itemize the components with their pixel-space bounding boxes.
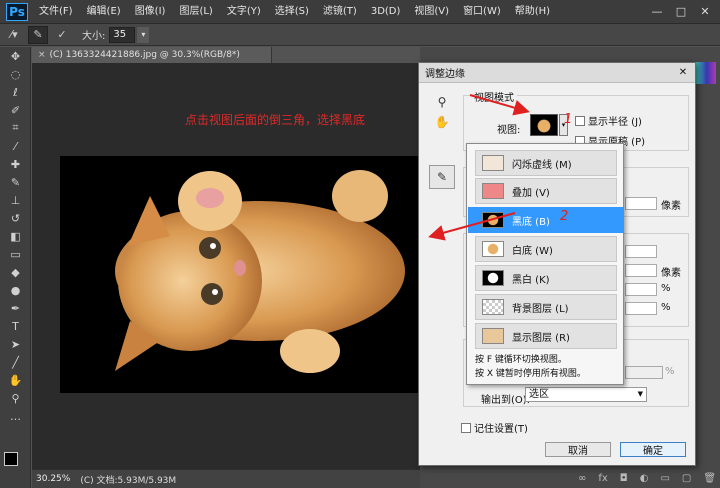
step-one-marker: 1 xyxy=(564,112,573,127)
arrow-to-on-black-option xyxy=(428,212,516,241)
arrow-to-view-thumb xyxy=(469,94,530,116)
step-two-marker: 2 xyxy=(560,209,569,224)
annotation-arrows xyxy=(428,94,530,241)
